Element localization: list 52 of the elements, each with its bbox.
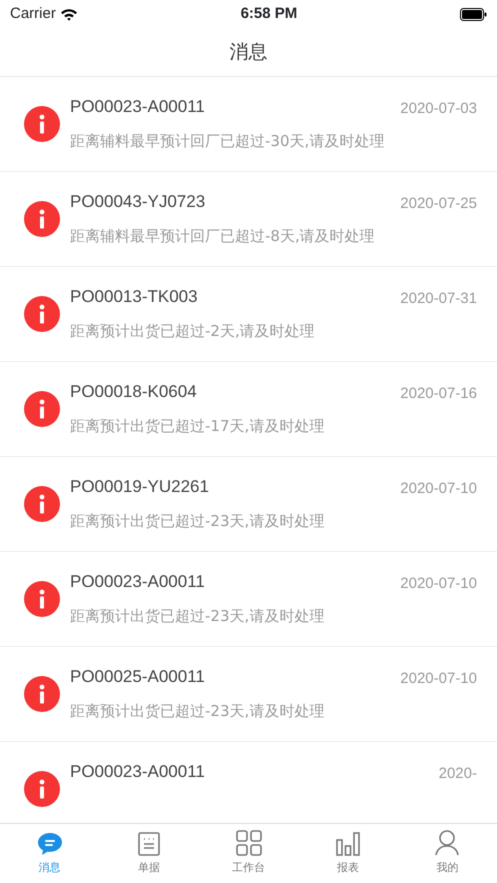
grid-icon <box>236 830 262 856</box>
clock: 6:58 PM <box>240 4 298 24</box>
message-date: 2020-07-10 <box>400 480 477 497</box>
message-text: 距离辅料最早预计回厂已超过-8天,请及时处理 <box>70 226 375 247</box>
message-text: 距离预计出货已超过-23天,请及时处理 <box>70 701 324 722</box>
tab-bar-item[interactable]: 单据 <box>99 824 199 883</box>
message-row[interactable]: PO00013-TK003 距离预计出货已超过-2天,请及时处理 2020-07-31 <box>0 267 497 362</box>
message-title: PO00018-K0604 <box>70 381 198 403</box>
message-text: 距离预计出货已超过-23天,请及时处理 <box>70 511 324 532</box>
alert-icon <box>24 391 60 427</box>
message-date: 2020-07-16 <box>400 385 477 402</box>
alert-icon <box>24 676 60 712</box>
chat-bubble-icon <box>36 832 63 856</box>
tab-bar-item[interactable]: 报表 <box>298 824 398 883</box>
message-row[interactable]: PO00043-YJ0723 距离辅料最早预计回厂已超过-8天,请及时处理 2020-07-25 <box>0 172 497 267</box>
message-row[interactable]: PO00023-A00011 距离预计出货已超过-23天,请及时处理 2020-07-10 <box>0 552 497 647</box>
message-text: 距离辅料最早预计回厂已超过-30天,请及时处理 <box>70 131 384 152</box>
message-date: 2020-07-31 <box>400 290 477 307</box>
message-title: PO00013-TK003 <box>70 286 199 308</box>
message-text: 距离预计出货已超过-23天,请及时处理 <box>70 606 324 627</box>
carrier-label: Carrier <box>10 4 56 24</box>
message-row[interactable]: PO00023-A00011 距离辅料最早预计回厂已超过-30天,请及时处理 2020-07-03 <box>0 77 497 172</box>
tab-bar-item[interactable]: 工作台 <box>198 824 298 883</box>
message-title: PO00043-YJ0723 <box>70 191 206 213</box>
message-title: PO00023-A00011 <box>70 571 206 593</box>
message-text: 距离预计出货已超过-2天,请及时处理 <box>70 321 315 342</box>
alert-icon <box>24 771 60 807</box>
person-icon <box>435 830 460 856</box>
alert-icon <box>24 581 60 617</box>
message-title: PO00023-A00011 <box>70 761 205 783</box>
page-title: 消息 <box>230 40 268 65</box>
message-text: 距离预计出货已超过-17天,请及时处理 <box>70 416 324 437</box>
document-icon <box>137 832 162 856</box>
message-title: PO00025-A00011 <box>70 666 206 688</box>
message-row[interactable]: PO00019-YU2261 距离预计出货已超过-23天,请及时处理 2020-07-10 <box>0 457 497 552</box>
message-title: PO00023-A00011 <box>70 96 206 118</box>
message-date: 2020-07-03 <box>400 100 477 117</box>
tab-bar-item[interactable]: 我的 <box>398 824 497 883</box>
alert-icon <box>24 201 60 237</box>
bar-chart-icon <box>336 832 360 856</box>
wifi-icon <box>60 8 78 20</box>
message-date: 2020-07-10 <box>400 575 477 592</box>
message-date: 2020-07-25 <box>400 195 477 212</box>
alert-icon <box>24 486 60 522</box>
message-date: 2020-07-10 <box>400 670 477 687</box>
message-row[interactable]: PO00018-K0604 距离预计出货已超过-17天,请及时处理 2020-07-16 <box>0 362 497 457</box>
battery-icon <box>460 8 487 20</box>
message-date: 2020- <box>438 765 477 782</box>
alert-icon <box>24 296 60 332</box>
alert-icon <box>24 106 60 142</box>
message-title: PO00019-YU2261 <box>70 476 210 498</box>
message-row[interactable]: PO00025-A00011 距离预计出货已超过-23天,请及时处理 2020-07-10 <box>0 647 497 742</box>
